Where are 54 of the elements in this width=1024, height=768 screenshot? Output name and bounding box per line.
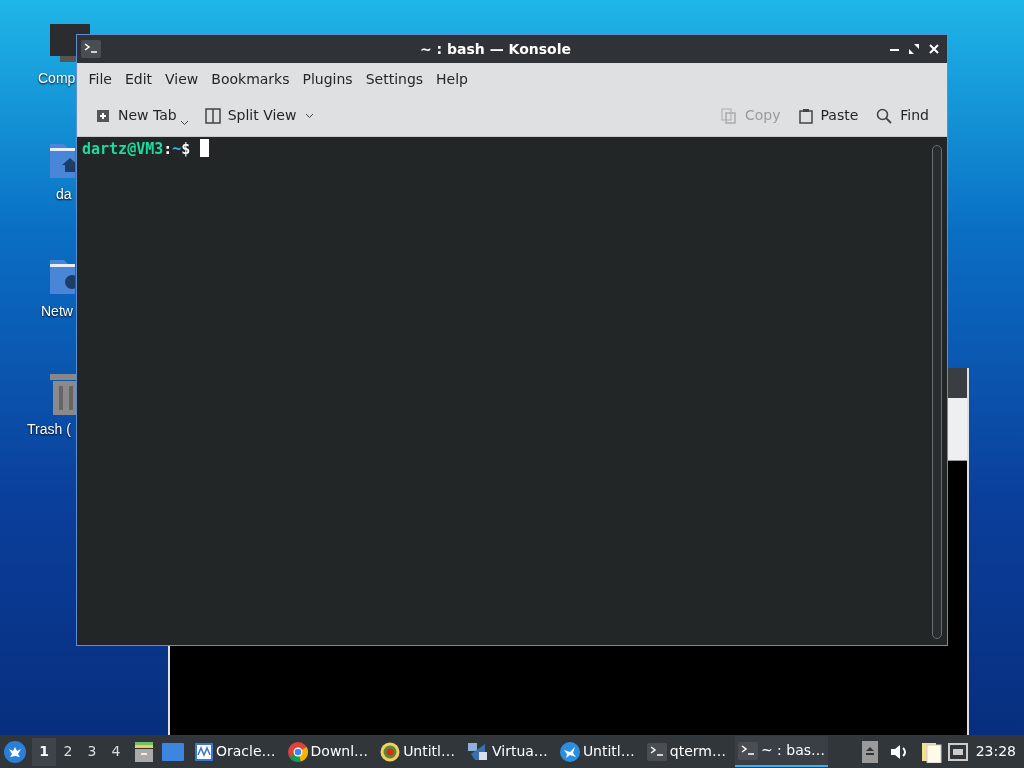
show-desktop-icon[interactable] [162, 742, 184, 761]
scrollbar[interactable] [932, 145, 942, 639]
bird-icon [559, 741, 580, 762]
menu-item[interactable]: Settings [360, 66, 429, 92]
paste-button[interactable]: Paste [792, 101, 865, 130]
text-cursor [200, 139, 210, 157]
speaker-icon[interactable] [889, 743, 908, 760]
split-view-button[interactable]: Split View [198, 101, 321, 130]
eject-icon[interactable] [861, 740, 878, 763]
task-button[interactable]: Downl… [284, 736, 372, 767]
window-title: ~ : bash — Konsole [419, 39, 572, 59]
menu-item[interactable]: File [83, 66, 118, 92]
virtual-machine-icon [467, 741, 489, 762]
menu-item[interactable]: Help [430, 66, 474, 92]
new-tab-button[interactable]: New Tab [89, 101, 195, 130]
close-icon[interactable] [929, 44, 939, 54]
desktop-icon-label[interactable]: da [56, 186, 72, 202]
new-tab-icon [95, 108, 111, 123]
desktop-switcher[interactable]: 4 [104, 737, 128, 766]
clock[interactable]: 23:28 [975, 741, 1016, 762]
menu-item[interactable]: Edit [119, 66, 158, 92]
split-view-icon [204, 107, 221, 124]
terminal-icon [737, 741, 758, 760]
clipboard-icon [798, 107, 813, 124]
task-button[interactable]: qterm… [643, 736, 729, 767]
task-button[interactable]: Untitl… [556, 736, 638, 767]
menu-item[interactable]: Bookmarks [205, 66, 295, 92]
start-menu-icon[interactable] [4, 740, 26, 763]
prompt-text: dartz@VM3:~$ [82, 139, 191, 159]
terminal-icon [81, 40, 101, 58]
desktop-switcher[interactable]: 2 [56, 737, 80, 766]
notes-icon[interactable] [921, 740, 942, 763]
task-button[interactable]: Virtua… [464, 736, 551, 767]
find-button[interactable]: Find [870, 101, 935, 130]
task-button[interactable]: Oracle… [192, 736, 279, 767]
search-icon [876, 107, 893, 124]
copy-icon [721, 107, 737, 124]
desktop-switcher[interactable]: 3 [80, 737, 104, 766]
task-button[interactable]: Untitl… [377, 736, 458, 767]
browser-icon [287, 741, 308, 762]
target-icon [380, 741, 401, 762]
terminal-icon [646, 742, 667, 761]
desktop-icon-label[interactable]: Trash ( [27, 421, 71, 437]
menu-item[interactable]: View [159, 66, 204, 92]
task-button[interactable]: ~ : bas… [734, 736, 828, 767]
desktop-icon-label[interactable]: Netw [41, 303, 73, 319]
desktop-switcher[interactable]: 1 [32, 737, 56, 766]
maximize-icon[interactable] [909, 44, 919, 54]
monitor-icon [195, 742, 213, 761]
file-cabinet-icon[interactable] [134, 741, 154, 762]
dropdown-icon [179, 120, 189, 126]
dropdown-icon [305, 112, 315, 119]
menu-item[interactable]: Plugins [297, 66, 359, 92]
network-icon[interactable] [947, 742, 968, 761]
